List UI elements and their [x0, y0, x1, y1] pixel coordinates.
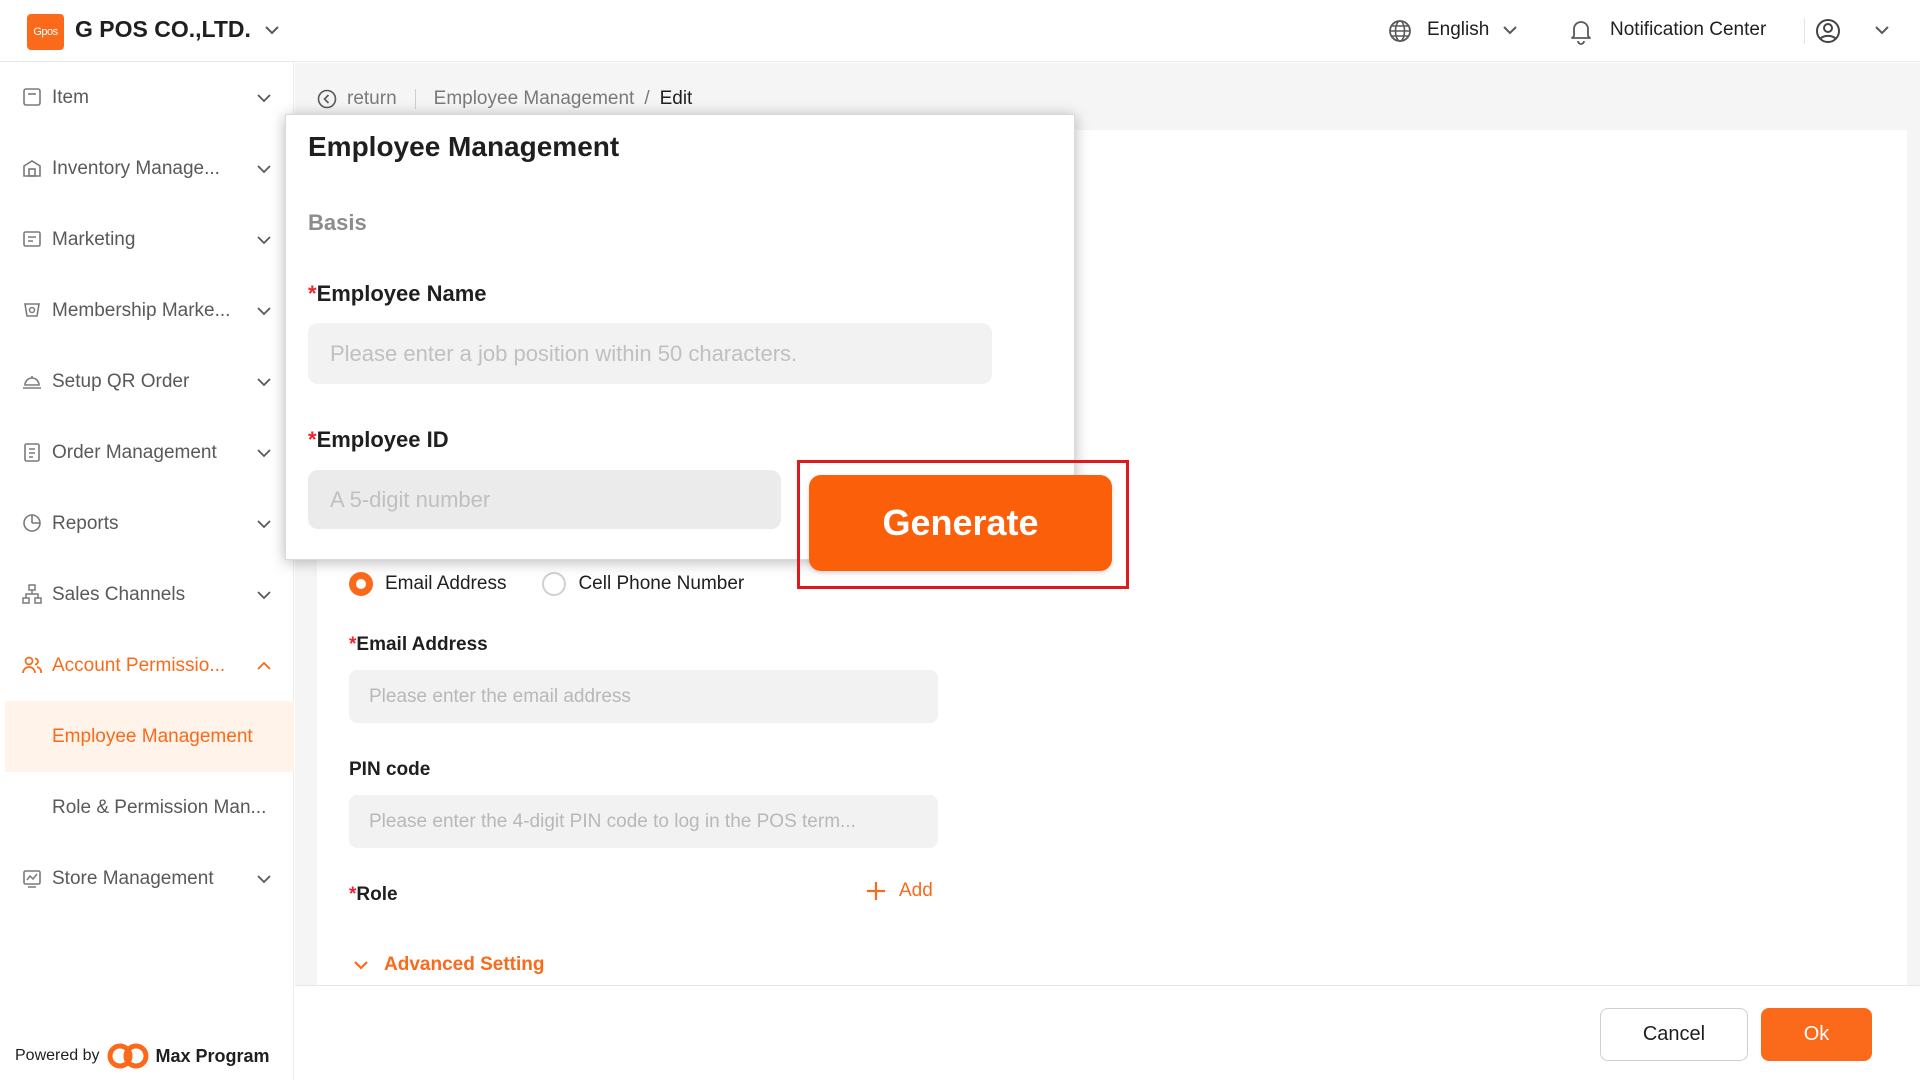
sidebar-item-label: Membership Marke... — [52, 299, 231, 321]
user-avatar-icon[interactable] — [1813, 16, 1843, 46]
sidebar-item-label: Marketing — [52, 228, 136, 250]
sidebar-subitem-label: Role & Permission Man... — [52, 796, 267, 818]
advanced-setting-label: Advanced Setting — [384, 954, 545, 975]
return-link[interactable]: return — [317, 88, 397, 110]
sidebar-item-sales-channels[interactable]: Sales Channels — [5, 559, 294, 630]
sidebar-item-label: Item — [52, 86, 89, 108]
powered-by: Powered by Max Program — [15, 1042, 270, 1070]
email-field[interactable]: Please enter the email address — [349, 670, 938, 723]
sidebar-item-label: Reports — [52, 512, 119, 534]
cancel-button[interactable]: Cancel — [1600, 1008, 1748, 1061]
chevron-down-icon — [257, 449, 271, 458]
chevron-down-icon — [257, 520, 271, 529]
account-icon — [22, 656, 42, 674]
employee-id-field[interactable]: A 5-digit number — [308, 470, 781, 529]
sidebar-item-label: Store Management — [52, 867, 214, 889]
role-label: *Role — [349, 884, 398, 905]
sidebar-item-inventory[interactable]: Inventory Manage... — [5, 133, 294, 204]
add-label: Add — [899, 880, 933, 901]
sidebar: Item Inventory Manage... Marketing Membe… — [5, 62, 294, 1080]
sidebar-item-order-management[interactable]: Order Management — [5, 417, 294, 488]
radio-email-label[interactable]: Email Address — [385, 573, 506, 595]
sidebar-item-label: Inventory Manage... — [52, 157, 220, 179]
max-program-brand: Max Program — [155, 1045, 270, 1066]
radio-phone[interactable] — [542, 572, 567, 596]
add-role-button[interactable]: Add — [865, 880, 933, 902]
sidebar-item-label: Order Management — [52, 441, 217, 463]
order-icon — [24, 443, 40, 462]
chevron-down-icon — [257, 378, 271, 387]
company-logo: Gpos — [27, 14, 64, 50]
sidebar-subitem-label: Employee Management — [52, 725, 253, 747]
chevron-down-icon[interactable] — [1872, 20, 1892, 40]
sidebar-item-label: Sales Channels — [52, 583, 186, 605]
breadcrumb-separator: / — [644, 88, 650, 109]
item-icon — [23, 88, 41, 106]
chevron-down-icon[interactable] — [262, 20, 282, 40]
powered-by-text: Powered by — [15, 1047, 100, 1064]
divider — [1804, 18, 1805, 44]
radio-phone-label[interactable]: Cell Phone Number — [578, 573, 744, 595]
employee-id-label: *Employee ID — [308, 427, 449, 452]
top-bar: Gpos G POS CO.,LTD. English Notification… — [0, 0, 1920, 62]
callout-section-basis: Basis — [308, 210, 367, 235]
max-program-logo-icon — [107, 1043, 148, 1069]
radio-email[interactable] — [349, 572, 373, 596]
store-icon — [23, 870, 41, 888]
sidebar-item-label: Setup QR Order — [52, 370, 190, 392]
divider — [414, 89, 416, 109]
chevron-down-icon — [257, 591, 271, 600]
breadcrumb-parent[interactable]: Employee Management — [434, 88, 635, 110]
chevron-down-icon — [257, 236, 271, 245]
chevron-down-icon — [257, 165, 271, 174]
chevron-down-icon — [257, 875, 271, 884]
sidebar-item-label: Account Permissio... — [52, 654, 226, 676]
return-label: return — [347, 88, 397, 109]
login-option-group: Email Address Cell Phone Number — [349, 572, 744, 596]
ok-button[interactable]: Ok — [1761, 1008, 1872, 1061]
globe-icon — [1389, 20, 1411, 42]
pin-label: PIN code — [349, 759, 431, 780]
marketing-icon — [23, 231, 41, 247]
sidebar-item-account-permissions[interactable]: Account Permissio... — [5, 630, 294, 701]
advanced-setting-toggle[interactable]: Advanced Setting — [352, 954, 544, 976]
sidebar-item-reports[interactable]: Reports — [5, 488, 294, 559]
chevron-down-icon — [354, 961, 368, 970]
notification-center-link[interactable]: Notification Center — [1610, 19, 1766, 41]
sidebar-item-item[interactable]: Item — [5, 62, 294, 133]
plus-icon — [867, 882, 885, 900]
reports-icon — [23, 514, 41, 532]
employee-name-field[interactable]: Please enter a job position within 50 ch… — [308, 323, 992, 384]
sidebar-subitem-employee-management[interactable]: Employee Management — [5, 701, 294, 772]
chevron-down-icon — [257, 94, 271, 103]
back-circle-icon — [317, 89, 337, 109]
sidebar-item-qr-order[interactable]: Setup QR Order — [5, 346, 294, 417]
email-label: *Email Address — [349, 634, 488, 655]
chevron-down-icon — [257, 307, 271, 316]
sidebar-item-store-management[interactable]: Store Management — [5, 843, 294, 914]
sidebar-item-membership[interactable]: Membership Marke... — [5, 275, 294, 346]
breadcrumb-current: Edit — [659, 88, 693, 109]
language-selector[interactable]: English — [1427, 19, 1489, 41]
qr-order-icon — [23, 376, 41, 389]
inventory-icon — [23, 160, 41, 177]
chevron-down-icon[interactable] — [1500, 20, 1520, 40]
sidebar-subitem-role-permission[interactable]: Role & Permission Man... — [5, 772, 294, 843]
bell-icon[interactable] — [1568, 17, 1594, 45]
membership-icon — [24, 303, 40, 317]
breadcrumb: return Employee Management / Edit — [317, 88, 692, 110]
chevron-up-icon — [257, 661, 271, 670]
company-name[interactable]: G POS CO.,LTD. — [75, 16, 251, 43]
generate-button[interactable]: Generate — [809, 475, 1112, 571]
callout-title: Employee Management — [308, 131, 620, 162]
sidebar-item-marketing[interactable]: Marketing — [5, 204, 294, 275]
sales-channels-icon — [22, 584, 42, 604]
pin-field[interactable]: Please enter the 4-digit PIN code to log… — [349, 795, 938, 848]
employee-name-label: *Employee Name — [308, 281, 487, 306]
